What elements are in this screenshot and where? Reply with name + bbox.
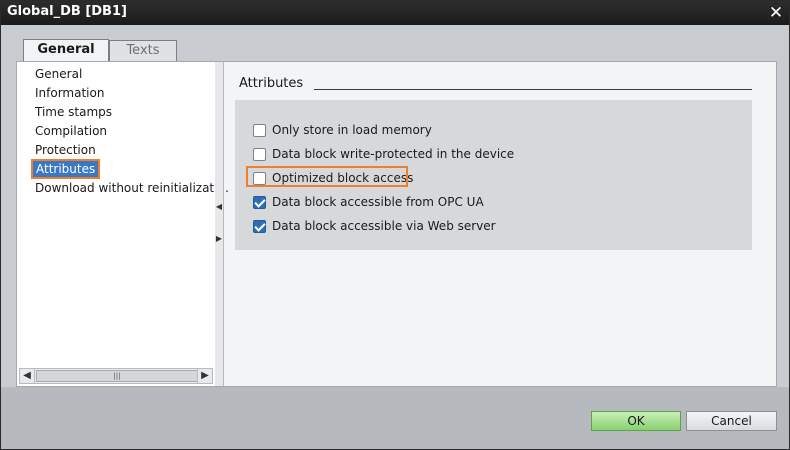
- option-label: Data block accessible via Web server: [272, 219, 496, 233]
- navigation-tree: General Information Time stamps Compilat…: [17, 62, 229, 386]
- option-only-store-in-load-memory[interactable]: Only store in load memory: [253, 121, 432, 139]
- option-label: Data block write-protected in the device: [272, 147, 515, 161]
- checkbox-checked[interactable]: [253, 219, 266, 233]
- close-icon[interactable]: ✕: [766, 4, 786, 22]
- nav-item-compilation[interactable]: Compilation: [35, 124, 107, 138]
- nav-item-protection[interactable]: Protection: [35, 143, 96, 157]
- section-title: Attributes: [239, 76, 304, 91]
- option-accessible-opc-ua[interactable]: Data block accessible from OPC UA: [253, 193, 484, 211]
- scroll-left-icon[interactable]: ◀: [20, 369, 35, 383]
- scroll-thumb[interactable]: |||: [36, 370, 198, 382]
- attributes-panel: Attributes Only store in load memory Dat…: [224, 62, 776, 386]
- tab-general[interactable]: General: [23, 39, 109, 61]
- tab-texts[interactable]: Texts: [109, 40, 177, 61]
- cancel-button[interactable]: Cancel: [686, 411, 777, 431]
- section-divider: [314, 89, 752, 90]
- nav-item-general[interactable]: General: [35, 67, 82, 81]
- dialog-window: Global_DB [DB1] ✕ General Texts General …: [0, 0, 790, 450]
- dialog-footer: OK Cancel: [1, 387, 789, 449]
- option-label: Only store in load memory: [272, 123, 432, 137]
- collapse-left-icon[interactable]: ◀: [215, 202, 223, 212]
- option-write-protected[interactable]: Data block write-protected in the device: [253, 145, 514, 163]
- scroll-right-icon[interactable]: ▶: [197, 369, 212, 383]
- horizontal-scrollbar[interactable]: ◀ ||| ▶: [19, 368, 213, 384]
- title-bar: Global_DB [DB1] ✕: [1, 1, 789, 25]
- tab-content: General Information Time stamps Compilat…: [16, 61, 777, 387]
- nav-item-download-without-reinitialization[interactable]: Download without reinitializati...: [35, 181, 229, 195]
- nav-item-attributes[interactable]: Attributes: [30, 159, 101, 179]
- checkbox[interactable]: [253, 147, 266, 161]
- nav-item-information[interactable]: Information: [35, 86, 104, 100]
- window-title: Global_DB [DB1]: [7, 4, 127, 19]
- option-accessible-web-server[interactable]: Data block accessible via Web server: [253, 217, 496, 235]
- checkbox-checked[interactable]: [253, 195, 266, 209]
- highlight-frame: [246, 166, 408, 187]
- checkbox[interactable]: [253, 123, 266, 137]
- expand-right-icon[interactable]: ▶: [215, 234, 223, 244]
- option-label: Data block accessible from OPC UA: [272, 195, 484, 209]
- ok-button[interactable]: OK: [591, 411, 681, 431]
- panel-splitter[interactable]: ◀ ▶: [215, 62, 224, 386]
- nav-item-time-stamps[interactable]: Time stamps: [35, 105, 112, 119]
- attributes-box: Only store in load memory Data block wri…: [235, 100, 752, 250]
